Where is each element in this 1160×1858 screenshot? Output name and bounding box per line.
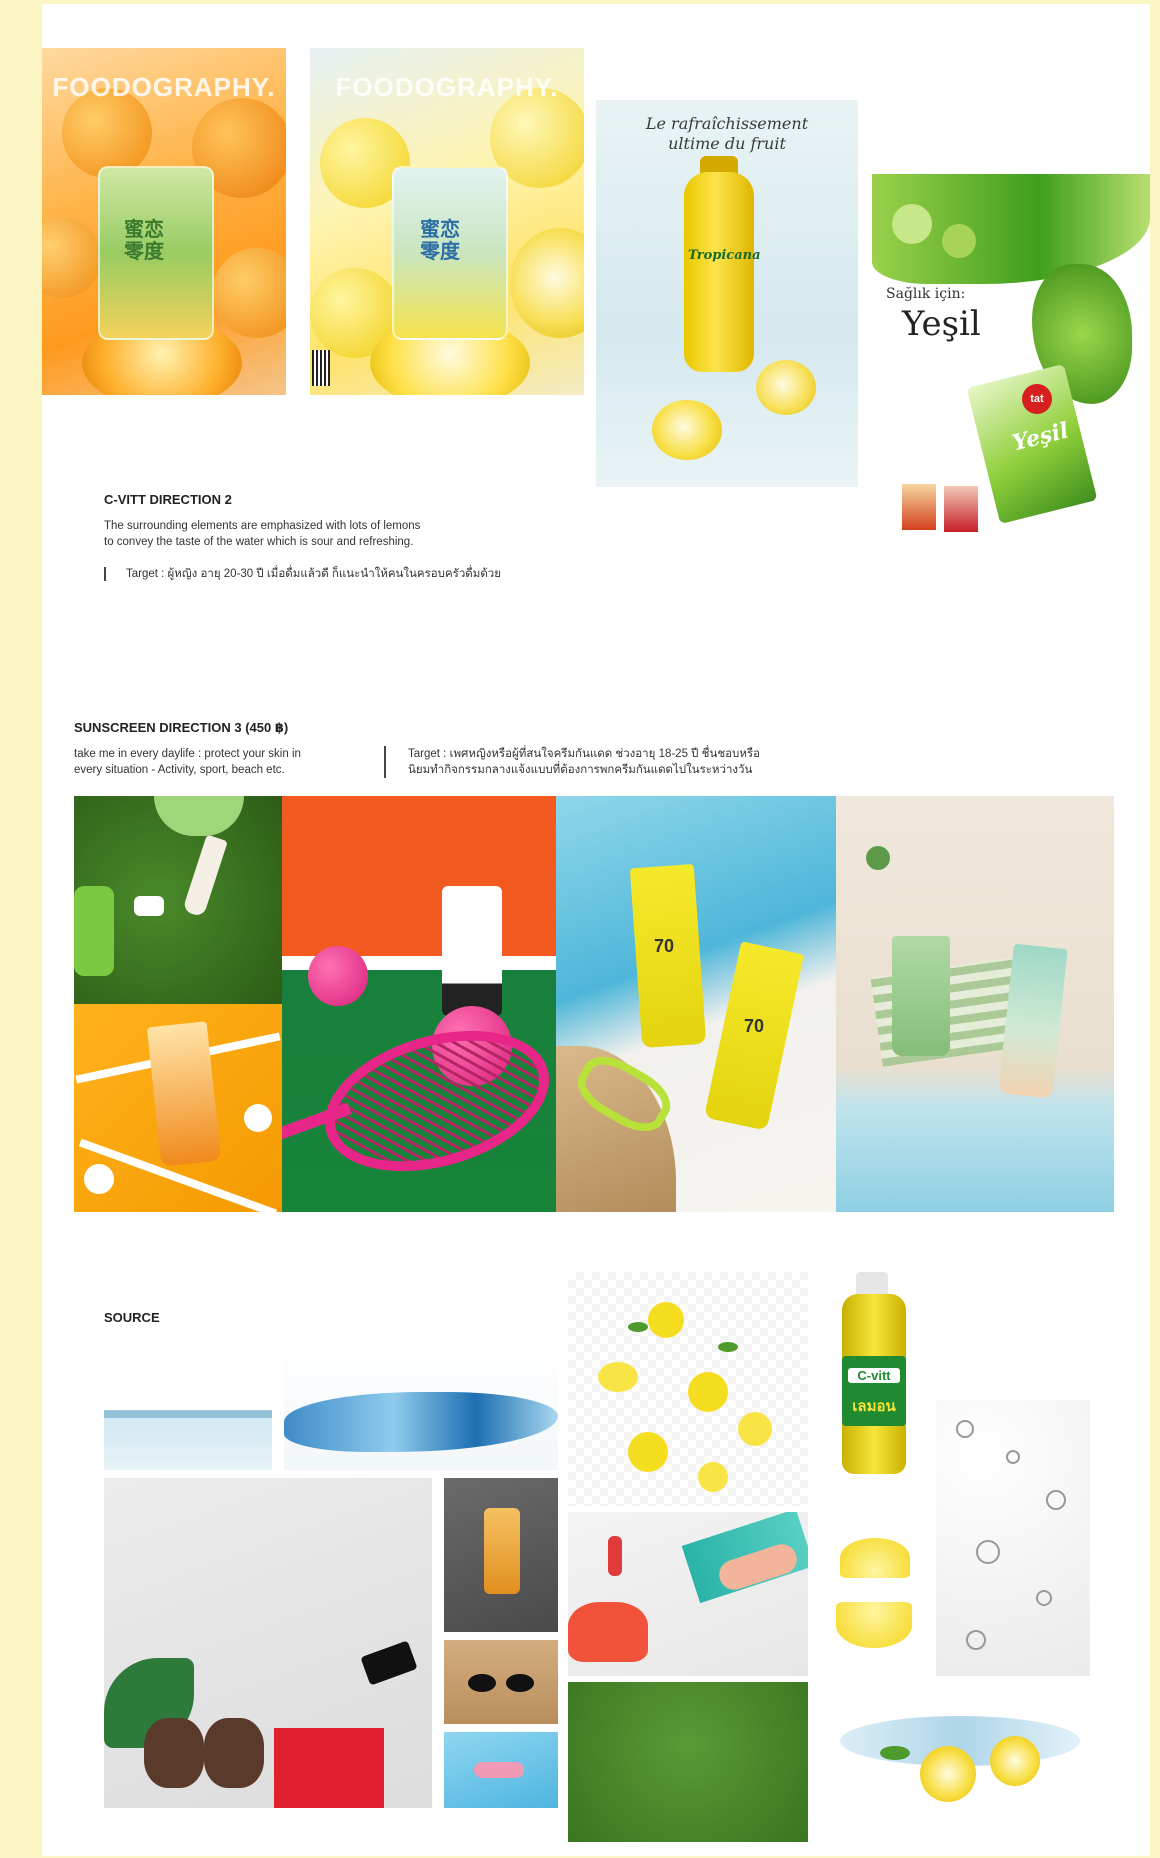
moodboard-sheet: 蜜恋零度 FOODOGRAPHY. 蜜恋零度 FOODOGRAPHY. Le r… — [42, 4, 1150, 1856]
tennis-sunscreen-photo — [282, 796, 556, 1212]
can-label-text: 蜜恋零度 — [124, 217, 164, 263]
divider — [104, 567, 106, 581]
grass-products-photo — [74, 796, 282, 1004]
source-title: SOURCE — [104, 1310, 160, 1325]
water-drops-photo — [936, 1400, 1090, 1676]
divider — [384, 746, 386, 778]
sunscreen-target: Target : เพศหญิงหรือผู้ที่สนใจครีมกันแดด… — [408, 748, 761, 776]
tropicana-brand: Tropicana — [688, 248, 761, 263]
cover-title-2: FOODOGRAPHY. — [335, 72, 559, 102]
cvitt-brand: C-vitt — [848, 1368, 900, 1383]
lemon-halves-photo — [820, 1516, 928, 1676]
cvitt-bottle-photo: C-vitt เลมอน — [820, 1272, 928, 1482]
yesil-subtitle: Sağlık için: — [886, 286, 966, 302]
yesil-title: Yeşil — [902, 304, 981, 344]
sunglasses-photo — [444, 1640, 558, 1724]
orange-magazine-cover: 蜜恋零度 FOODOGRAPHY. — [42, 48, 286, 395]
blue-accessories-photo — [444, 1732, 558, 1808]
tropicana-poster: Le rafraîchissement ultime du fruit Trop… — [596, 100, 858, 487]
grass-texture-photo — [568, 1682, 808, 1842]
water-surface-photo — [104, 1386, 272, 1470]
barcode — [312, 350, 330, 386]
sports-gear-photo — [568, 1512, 808, 1676]
tat-badge: tat — [1022, 384, 1052, 414]
can-label-text-2: 蜜恋零度 — [420, 217, 460, 263]
cvitt-flavor: เลมอน — [852, 1398, 896, 1415]
cvitt-target: Target : ผู้หญิง อายุ 20-30 ปี เมื่อดื่ม… — [126, 568, 501, 580]
falling-lemons-photo — [568, 1272, 808, 1506]
spf-label: 70 — [653, 936, 675, 956]
cvitt-direction-title: C-VITT DIRECTION 2 — [104, 492, 232, 507]
sunscreen-direction-title: SUNSCREEN DIRECTION 3 (450 ฿) — [74, 720, 289, 735]
lemon-magazine-cover: 蜜恋零度 FOODOGRAPHY. — [310, 48, 584, 395]
tropicana-headline: Le rafraîchissement ultime du fruit — [645, 114, 809, 153]
yesil-poster: Sağlık için: Yeşil Yeşil tat — [872, 174, 1150, 587]
spf-label-2: 70 — [743, 1016, 765, 1036]
cvitt-description: The surrounding elements are emphasized … — [104, 520, 421, 548]
flat-lay-photo — [104, 1478, 432, 1808]
pool-sunscreen-photo: 70 70 — [556, 796, 836, 1212]
lemon-splash-photo — [820, 1686, 1098, 1842]
beach-sunscreen-photo — [836, 796, 1114, 1212]
cover-title: FOODOGRAPHY. — [52, 72, 276, 102]
sunscreen-bottle-photo — [444, 1478, 558, 1632]
sunscreen-description: take me in every daylife : protect your … — [74, 748, 301, 776]
water-splash-photo — [284, 1342, 558, 1470]
badminton-sunscreen-photo — [74, 1004, 282, 1212]
